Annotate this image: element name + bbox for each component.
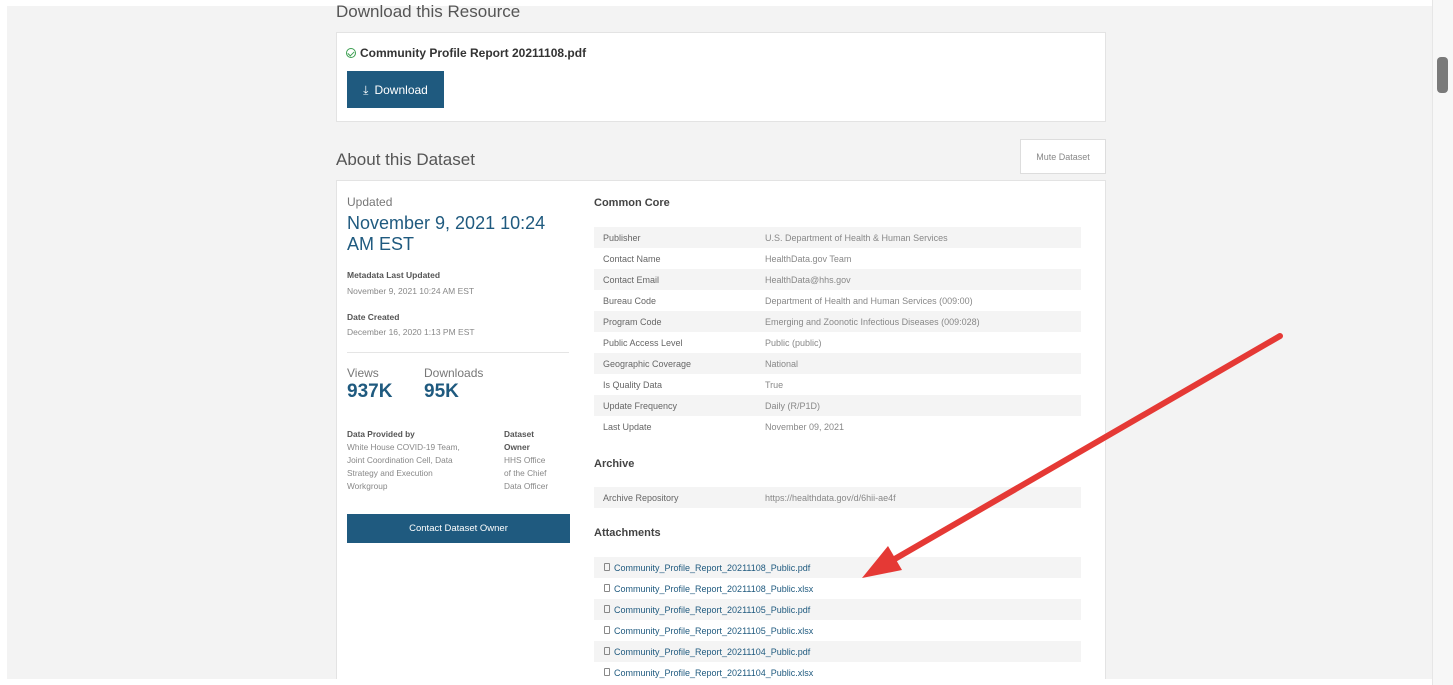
metadata-updated-value: November 9, 2021 10:24 AM EST [347,286,475,296]
owner-line: of the Chief [504,468,547,478]
row-key: Program Code [603,316,662,327]
download-section-title: Download this Resource [336,2,521,21]
downloads-label: Downloads [424,366,484,380]
check-circle-icon [346,48,356,58]
table-row: Is Quality Data True [594,374,1081,395]
file-icon [604,626,610,634]
table-row: Publisher U.S. Department of Health & Hu… [594,227,1081,248]
about-section-title: About this Dataset [336,150,475,169]
row-key: Last Update [603,421,652,432]
date-created-label: Date Created [347,312,400,322]
dataset-owner-label: Owner [504,442,530,452]
updated-value: November 9, 2021 10:24 AM EST [347,213,546,254]
contact-dataset-owner-button[interactable]: Contact Dataset Owner [347,514,570,543]
download-icon: ⤓ [363,82,369,97]
row-value: HealthData.gov Team [765,253,852,264]
row-value: Emerging and Zoonotic Infectious Disease… [765,316,980,327]
dataset-owner-label: Dataset [504,429,534,439]
download-button-label: Download [374,82,428,97]
provider-line: Strategy and Execution [347,468,433,478]
vertical-scrollbar[interactable] [1432,0,1453,685]
row-key: Public Access Level [603,337,683,348]
list-item[interactable]: Community_Profile_Report_20211108_Public… [594,578,1081,599]
file-icon [604,605,610,613]
attachment-link[interactable]: Community_Profile_Report_20211104_Public… [614,668,813,678]
list-item[interactable]: Community_Profile_Report_20211105_Public… [594,599,1081,620]
table-row: Last Update November 09, 2021 [594,416,1081,437]
attachment-link[interactable]: Community_Profile_Report_20211105_Public… [614,626,813,636]
row-key: Bureau Code [603,295,657,306]
resource-file-label: Community Profile Report 20211108.pdf [360,46,587,60]
archive-title: Archive [594,458,635,470]
row-value: Public (public) [765,337,822,348]
attachments-title: Attachments [594,527,661,539]
row-value: True [765,379,784,390]
attachment-link[interactable]: Community_Profile_Report_20211105_Public… [614,605,810,615]
owner-line: Data Officer [504,481,549,491]
row-value: Department of Health and Human Services … [765,295,973,306]
views-value: 937K [347,381,393,402]
table-row: Program Code Emerging and Zoonotic Infec… [594,311,1081,332]
file-icon [604,563,610,571]
list-item[interactable]: Community_Profile_Report_20211104_Public… [594,641,1081,662]
attachment-link[interactable]: Community_Profile_Report_20211104_Public… [614,647,810,657]
row-value: U.S. Department of Health & Human Servic… [765,232,948,243]
provider-line: Workgroup [347,481,388,491]
contact-email-link[interactable]: HealthData@hhs.gov [765,275,851,285]
provider-line: White House COVID-19 Team, [347,442,460,452]
data-provided-label: Data Provided by [347,429,415,439]
file-icon [604,584,610,592]
page: Download this Resource Community Profile… [0,0,1453,685]
table-row: Bureau Code Department of Health and Hum… [594,290,1081,311]
download-button[interactable]: ⤓ Download [347,71,444,108]
attachment-link[interactable]: Community_Profile_Report_20211108_Public… [614,563,810,573]
row-key: Is Quality Data [603,379,663,390]
resource-file-name: Community Profile Report 20211108.pdf [346,46,586,60]
row-key: Update Frequency [603,400,678,411]
row-key: Contact Email [603,274,660,285]
row-key: Archive Repository [603,492,679,503]
top-edge [0,0,1453,6]
data-provided-by: Data Provided by White House COVID-19 Te… [347,428,487,493]
table-row: Update Frequency Daily (R/P1D) [594,395,1081,416]
row-value: November 09, 2021 [765,421,845,432]
row-key: Contact Name [603,253,661,264]
table-row: Public Access Level Public (public) [594,332,1081,353]
row-value: Daily (R/P1D) [765,400,821,411]
left-gutter [0,0,7,685]
archive-repository-link[interactable]: https://healthdata.gov/d/6hii-ae4f [765,493,896,503]
mute-dataset-button[interactable]: Mute Dataset [1020,139,1106,174]
list-item[interactable]: Community_Profile_Report_20211108_Public… [594,557,1081,578]
row-key: Publisher [603,232,641,243]
row-value: National [765,358,799,369]
file-icon [604,647,610,655]
date-created-value: December 16, 2020 1:13 PM EST [347,327,475,337]
updated-label: Updated [347,195,393,209]
attachment-link[interactable]: Community_Profile_Report_20211108_Public… [614,584,813,594]
file-icon [604,668,610,676]
bottom-edge [0,679,1453,685]
common-core-title: Common Core [594,197,670,209]
row-key: Geographic Coverage [603,358,692,369]
metadata-updated-label: Metadata Last Updated [347,270,441,280]
stats-divider [347,352,569,353]
dataset-owner: Dataset Owner HHS Office of the Chief Da… [504,428,570,493]
provider-line: Joint Coordination Cell, Data [347,455,453,465]
owner-line: HHS Office [504,455,546,465]
table-row: Archive Repository https://healthdata.go… [594,487,1081,508]
views-label: Views [347,366,379,380]
table-row: Contact Email HealthData@hhs.gov [594,269,1081,290]
table-row: Geographic Coverage National [594,353,1081,374]
scrollbar-thumb[interactable] [1437,57,1448,93]
list-item[interactable]: Community_Profile_Report_20211105_Public… [594,620,1081,641]
downloads-value: 95K [424,381,459,402]
table-row: Contact Name HealthData.gov Team [594,248,1081,269]
